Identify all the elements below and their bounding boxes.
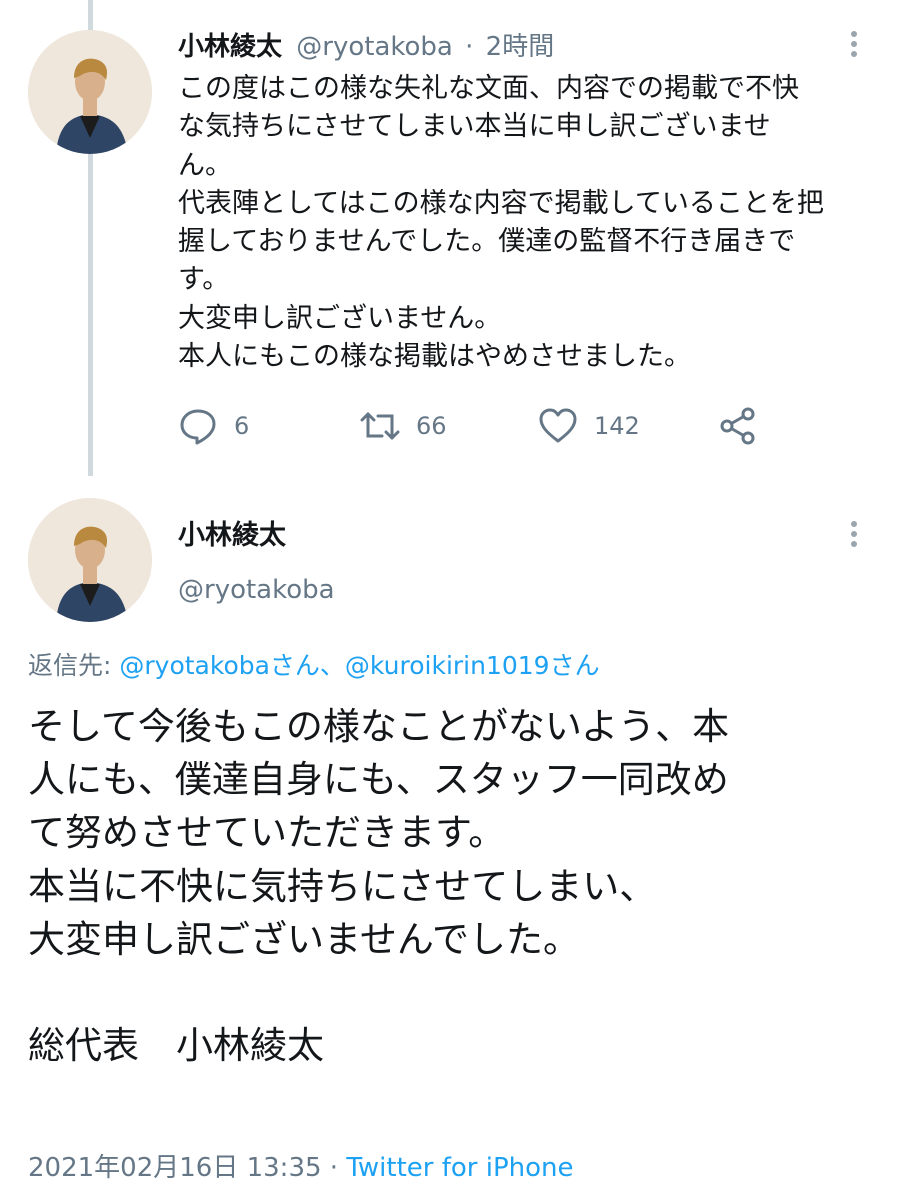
tweet-text-line: そして今後もこの様なことがないよう、本 xyxy=(28,705,730,748)
author-name[interactable]: 小林綾太 xyxy=(178,32,282,62)
author-handle[interactable]: @ryotakoba xyxy=(296,32,453,62)
tweet-text-line: 本当に不快に気持ちにさせてしまい、 xyxy=(28,864,657,908)
tweet-header: 小林綾太 @ryotakoba · 2時間 xyxy=(178,30,554,64)
tweet-text-line: 握しておりませんでした。僕達の監督不行き届きで xyxy=(178,226,796,258)
avatar[interactable] xyxy=(28,30,152,154)
tweet-text-line: 総代表 小林綾太 xyxy=(28,1024,324,1068)
tweet-footer: 2021年02月16日 13:35 · Twitter for iPhone xyxy=(28,1150,574,1186)
reply-count: 6 xyxy=(234,412,250,440)
retweet-count: 66 xyxy=(416,412,447,440)
share-button[interactable] xyxy=(718,404,758,448)
more-options-icon[interactable] xyxy=(842,518,866,552)
retweet-icon xyxy=(360,412,400,440)
reply-to-line: 返信先: @ryotakobaさん、@kuroikirin1019さん xyxy=(28,648,600,684)
tweet-text: そして今後もこの様なことがないよう、本 人にも、僕達自身にも、スタッフ一同改め … xyxy=(28,700,888,1072)
author-name[interactable]: 小林綾太 xyxy=(178,518,286,554)
reply-to-label: 返信先: xyxy=(28,651,120,680)
reply-to-mentions[interactable]: @ryotakobaさん、@kuroikirin1019さん xyxy=(119,651,599,680)
tweet-text-line: 大変申し訳ございませんでした。 xyxy=(28,917,581,961)
like-button[interactable]: 142 xyxy=(538,404,640,448)
tweet-source-link[interactable]: Twitter for iPhone xyxy=(346,1153,573,1183)
tweet-time[interactable]: 2時間 xyxy=(486,32,555,62)
avatar[interactable] xyxy=(28,498,152,622)
tweet-actions: 6 66 142 xyxy=(178,404,778,448)
like-count: 142 xyxy=(594,412,640,440)
tweet-text-line: て努めさせていただきます。 xyxy=(28,811,506,855)
meta-separator: · xyxy=(465,32,474,62)
tweet-text-line: この度はこの様な失礼な文面、内容での掲載で不快 xyxy=(178,73,799,104)
heart-icon xyxy=(539,408,577,443)
tweet-text-line: 本人にもこの様な掲載はやめさせました。 xyxy=(178,341,691,373)
tweet-text-line: す。 xyxy=(178,264,230,296)
tweet-text-line xyxy=(28,966,888,1019)
share-icon xyxy=(720,407,755,445)
retweet-button[interactable]: 66 xyxy=(360,404,447,448)
author-handle[interactable]: @ryotakoba xyxy=(178,572,335,608)
tweet-text-line: ん。 xyxy=(178,149,232,181)
tweet-text-line: 大変申し訳ございません。 xyxy=(178,302,502,334)
tweet-text-line: 代表陣としてはこの様な内容で掲載していることを把 xyxy=(178,187,824,219)
reply-icon xyxy=(180,409,216,445)
reply-button[interactable]: 6 xyxy=(178,404,249,448)
tweet-text-line: な気持ちにさせてしまい本当に申し訳ございませ xyxy=(178,111,771,143)
more-options-icon[interactable] xyxy=(842,28,866,62)
tweet-timestamp[interactable]: 2021年02月16日 13:35 xyxy=(28,1153,322,1183)
tweet-text-line: 人にも、僕達自身にも、スタッフ一同改め xyxy=(28,758,729,802)
meta-separator: · xyxy=(329,1153,339,1183)
tweet-text: この度はこの様な失礼な文面、内容での掲載で不快 な気持ちにさせてしまい本当に申し… xyxy=(178,70,878,376)
